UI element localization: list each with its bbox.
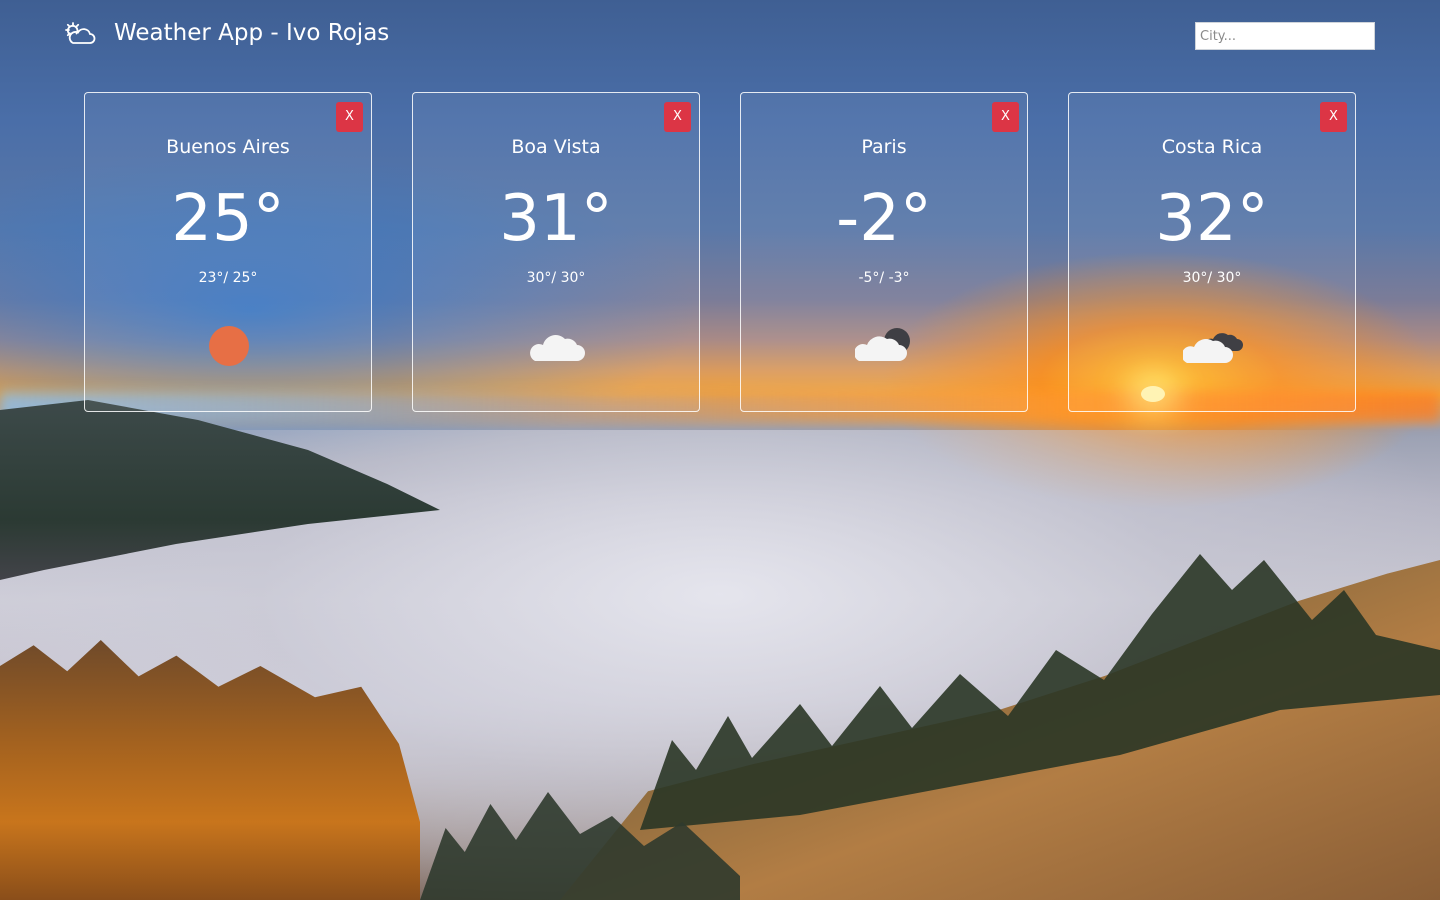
weather-card-buenos-aires: X Buenos Aires 25° 23°/ 25° [84,92,372,412]
min-max-temperature: 23°/ 25° [198,270,258,286]
city-name: Paris [861,136,907,158]
current-temperature: -2° [836,182,932,256]
city-name: Costa Rica [1161,136,1263,158]
city-name: Buenos Aires [166,136,290,158]
weather-card-boa-vista: X Boa Vista 31° 30°/ 30° [412,92,700,412]
current-temperature: 32° [1155,182,1269,256]
sun-icon [199,323,259,373]
partly-cloudy-icon [64,21,96,47]
city-search-input[interactable] [1195,22,1375,50]
close-button[interactable]: X [1320,102,1347,132]
app-title: Weather App - Ivo Rojas [114,20,390,46]
app-header: Weather App - Ivo Rojas [0,0,1440,70]
min-max-temperature: 30°/ 30° [1182,270,1242,286]
city-name: Boa Vista [511,136,601,158]
current-temperature: 25° [171,182,285,256]
overcast-clouds-icon [1183,323,1243,373]
cloudy-night-icon [855,323,915,373]
close-button[interactable]: X [664,102,691,132]
weather-card-paris: X Paris -2° -5°/ -3° [740,92,1028,412]
current-temperature: 31° [499,182,613,256]
min-max-temperature: -5°/ -3° [858,270,910,286]
close-button[interactable]: X [992,102,1019,132]
cloud-icon [527,323,587,373]
weather-card-costa-rica: X Costa Rica 32° 30°/ 30° [1068,92,1356,412]
min-max-temperature: 30°/ 30° [526,270,586,286]
close-button[interactable]: X [336,102,363,132]
